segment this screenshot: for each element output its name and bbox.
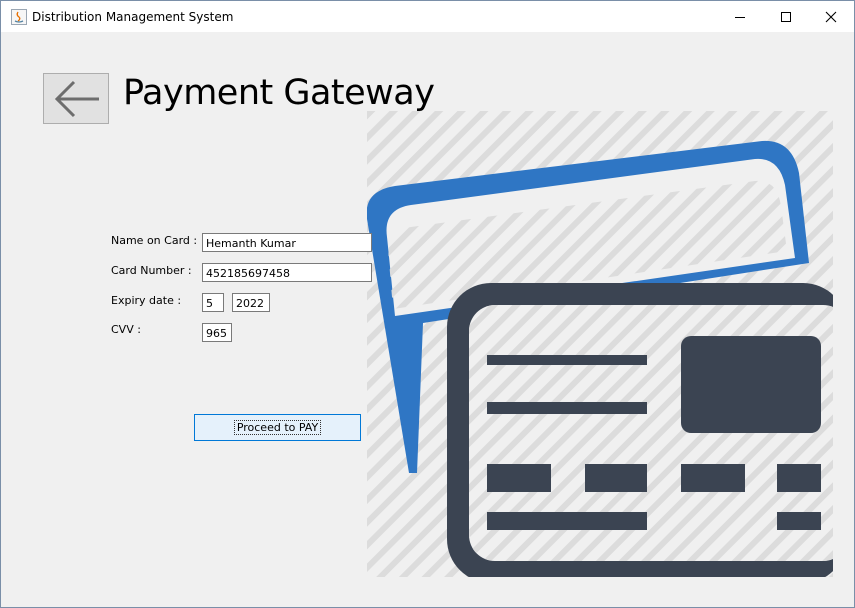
name-on-card-field[interactable]: Hemanth Kumar [202, 233, 372, 252]
name-on-card-label: Name on Card : [111, 234, 198, 247]
proceed-to-pay-button[interactable]: Proceed to PAY [194, 414, 361, 441]
window-title: Distribution Management System [32, 10, 234, 24]
card-number-label: Card Number : [111, 264, 192, 277]
app-window: Distribution Management System Payment G… [0, 0, 855, 608]
expiry-year-field[interactable]: 2022 [232, 293, 270, 312]
page-title: Payment Gateway [123, 73, 435, 113]
back-button[interactable] [43, 73, 109, 124]
cvv-field[interactable]: 965 [202, 323, 232, 342]
credit-card-illustration [366, 111, 849, 583]
close-icon [825, 11, 837, 23]
minimize-icon [735, 17, 745, 18]
expiry-month-field[interactable]: 5 [202, 293, 224, 312]
close-button[interactable] [808, 1, 854, 32]
java-app-icon [11, 9, 27, 25]
arrow-left-icon [54, 80, 99, 118]
title-bar[interactable]: Distribution Management System [1, 1, 854, 32]
card-number-field[interactable]: 452185697458 [202, 263, 372, 282]
maximize-button[interactable] [763, 1, 809, 32]
expiry-date-label: Expiry date : [111, 294, 182, 307]
minimize-button[interactable] [717, 1, 763, 32]
maximize-icon [781, 12, 791, 22]
proceed-to-pay-label: Proceed to PAY [233, 420, 322, 435]
cvv-label: CVV : [111, 323, 141, 336]
